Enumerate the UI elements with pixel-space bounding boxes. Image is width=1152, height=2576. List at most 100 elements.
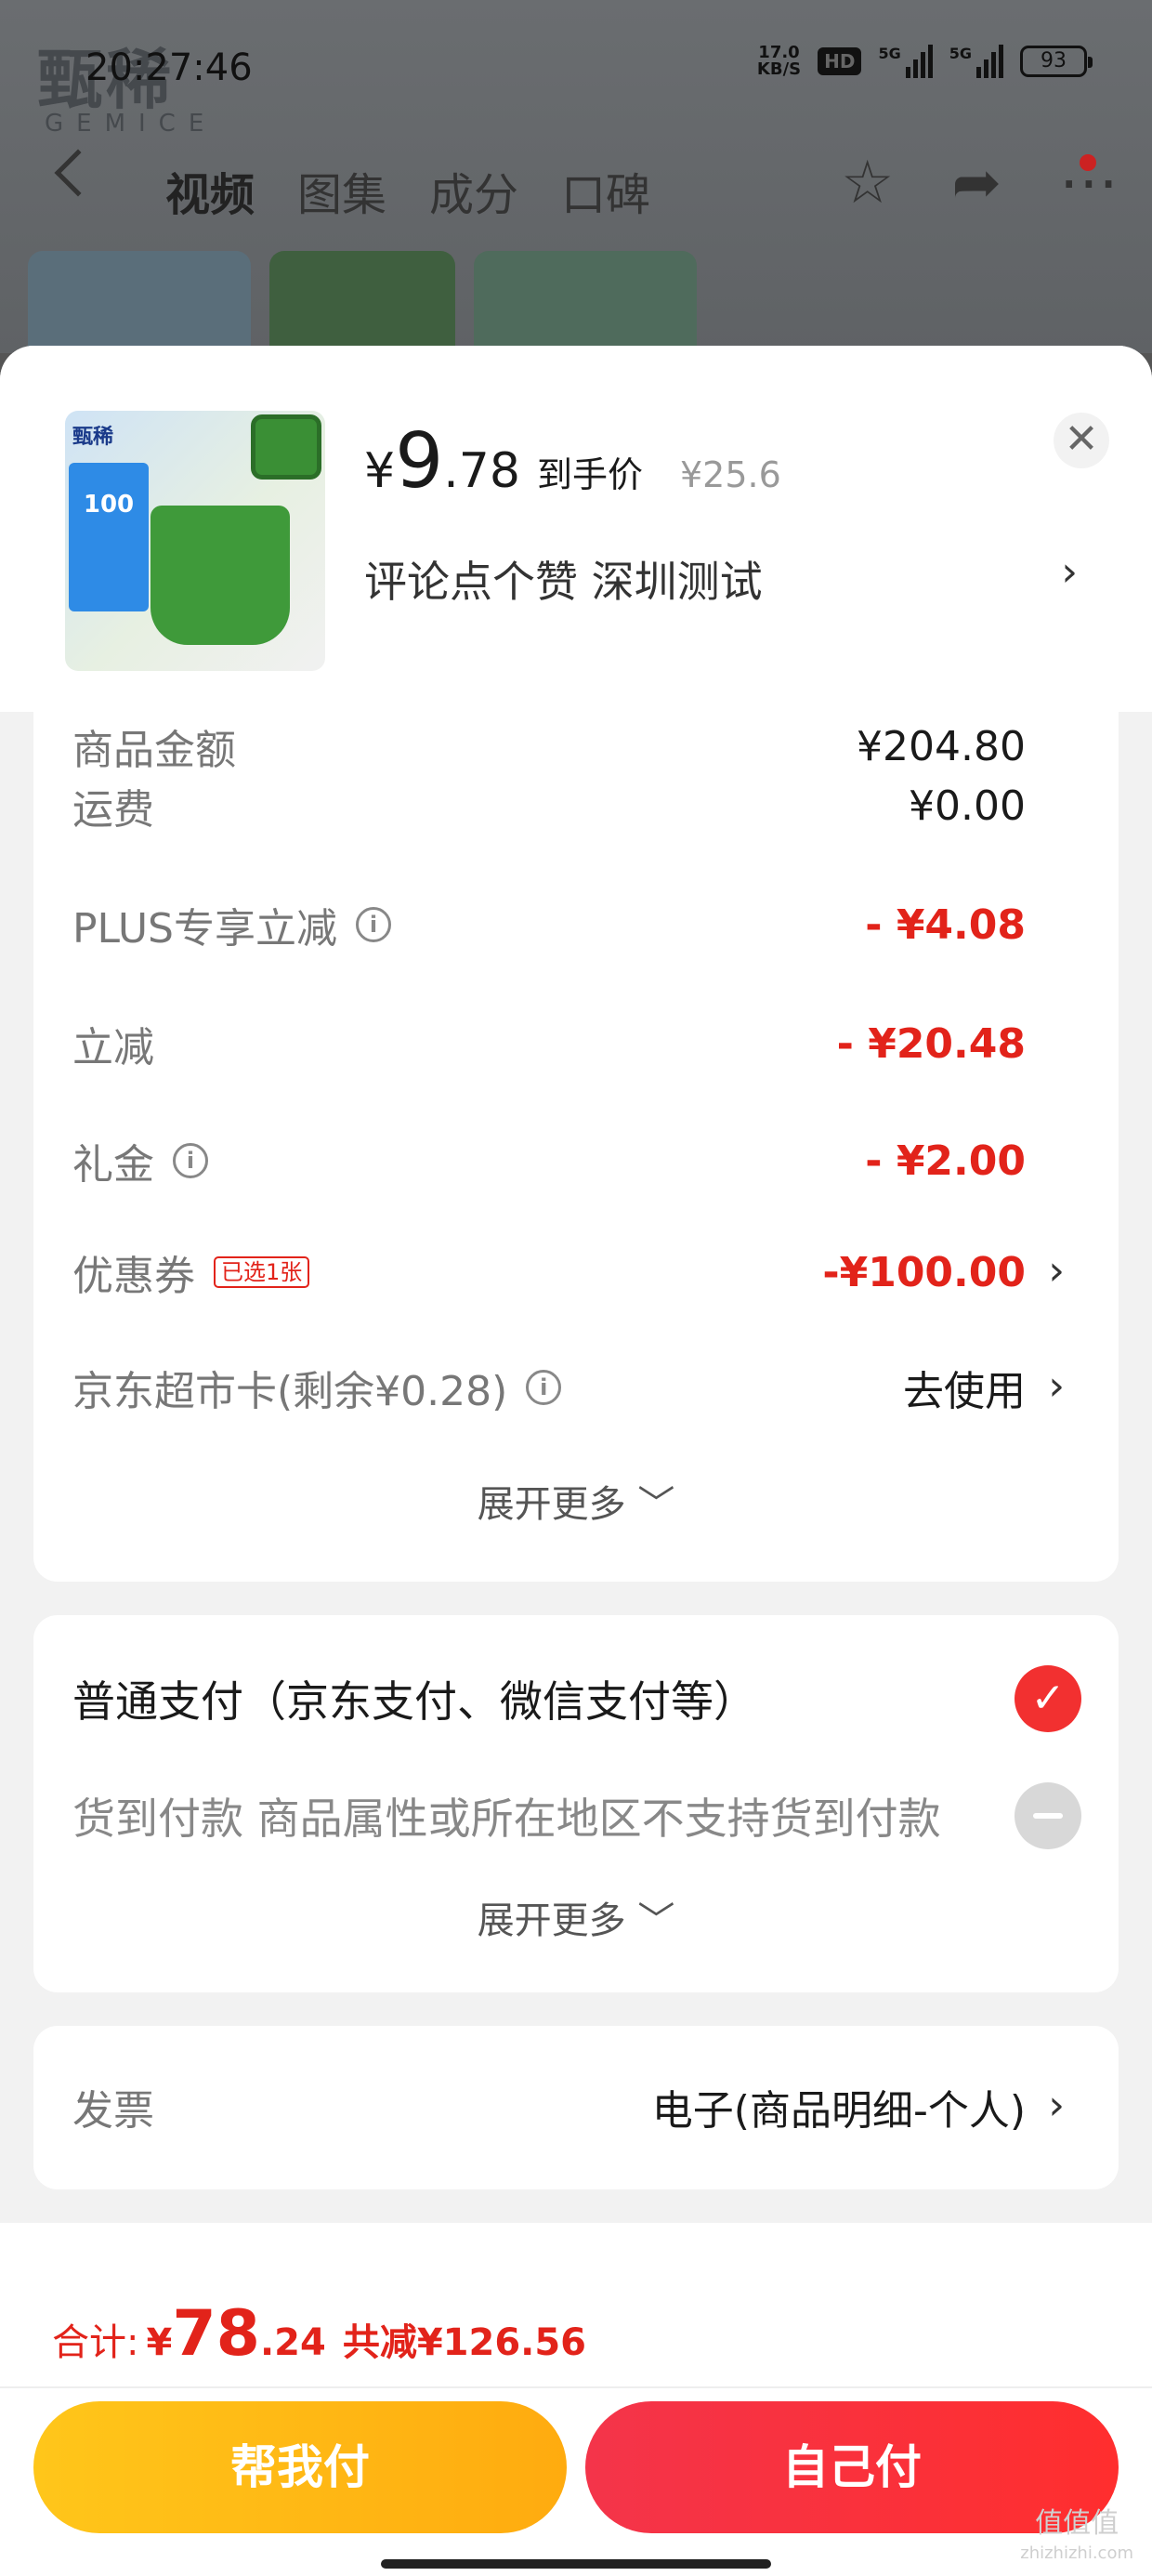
total-decimal: .24: [259, 2321, 326, 2364]
nav-actions: ☆ ➦ ⋯: [841, 149, 1119, 217]
expand-more-button[interactable]: 展开更多 ﹀: [33, 1890, 1119, 1944]
product-image-brand: 甄稀: [72, 426, 114, 449]
brand-logo-sub: GEMICE: [45, 110, 217, 138]
expand-more-button[interactable]: 展开更多 ﹀: [33, 1474, 1119, 1528]
top-nav: 视频 图集 成分 口碑 ☆ ➦ ⋯: [0, 149, 1152, 232]
product-lid: [251, 414, 321, 480]
price-row-goods: 商品金额 ¥204.80: [72, 714, 1026, 779]
total-saved: 共减¥126.56: [342, 2321, 587, 2364]
checkout-footer: 合计: ¥ 78 .24 共减¥126.56 帮我付 自己付: [0, 2223, 1152, 2576]
chevron-right-icon[interactable]: ›: [1048, 2082, 1065, 2129]
price-row-label: PLUS专享立减 i: [72, 895, 391, 954]
chevron-down-icon: ﹀: [637, 1899, 675, 1942]
price-row-coupon[interactable]: 优惠券 已选1张 -¥100.00: [72, 1240, 1026, 1305]
info-icon[interactable]: i: [356, 907, 391, 942]
watermark-line: 值值值: [1035, 2507, 1119, 2540]
net-speed-unit: KB/S: [756, 59, 802, 79]
final-price: ¥ 9 .78 到手价 ¥25.6: [364, 424, 781, 500]
use-card-link[interactable]: 去使用: [903, 1358, 1026, 1417]
close-icon[interactable]: ✕: [1054, 413, 1109, 468]
tab-reviews[interactable]: 口碑: [561, 158, 650, 223]
expand-more-label: 展开更多: [477, 1483, 626, 1526]
background-page: 甄稀 GEMICE 20:27:46 17.0 KB/S HD 5G 5G 93…: [0, 0, 1152, 353]
chevron-right-icon[interactable]: ›: [1061, 548, 1078, 596]
tab-video[interactable]: 视频: [165, 158, 255, 223]
invoice-card[interactable]: 发票 电子(商品明细-个人) ›: [33, 2026, 1119, 2189]
price-row-plus: PLUS专享立减 i - ¥4.08: [72, 892, 1026, 957]
promo-text[interactable]: 评论点个赞 深圳测试: [364, 548, 763, 610]
signal-label: 5G: [878, 45, 901, 62]
nav-tabs: 视频 图集 成分 口碑: [165, 158, 650, 223]
price-row-value: - ¥2.00: [865, 1137, 1026, 1185]
price-label: 到手价: [536, 454, 643, 495]
disabled-icon: [1015, 1782, 1081, 1849]
thumbnail: [474, 251, 697, 353]
price-details-card: 商品金额 ¥204.80 运费 ¥0.00 PLUS专享立减 i - ¥4.08 …: [33, 658, 1119, 1582]
invoice-label: 发票: [72, 2087, 154, 2135]
notification-dot: [1080, 154, 1096, 171]
payment-option-label: 普通支付（京东支付、微信支付等）: [72, 1676, 756, 1727]
label-text: 礼金: [72, 1141, 154, 1189]
chevron-down-icon: ﹀: [637, 1483, 675, 1526]
price-row-value: - ¥4.08: [865, 900, 1026, 949]
status-indicators: 17.0 KB/S HD 5G 5G 93: [757, 45, 1093, 78]
price-row-value: ¥0.00: [909, 782, 1026, 830]
share-icon[interactable]: ➦: [951, 149, 1001, 217]
payment-option-normal[interactable]: 普通支付（京东支付、微信支付等） ✓: [72, 1665, 1081, 1732]
signal-icon: 5G: [878, 45, 933, 78]
site-watermark: 值值值 zhizhizhi.com: [1020, 2509, 1133, 2569]
chevron-right-icon[interactable]: ›: [1048, 1247, 1065, 1295]
help-me-pay-button[interactable]: 帮我付: [33, 2401, 567, 2533]
check-icon[interactable]: ✓: [1015, 1665, 1081, 1732]
watermark-url: zhizhizhi.com: [1020, 2543, 1133, 2563]
status-time: 20:27:46: [85, 46, 253, 89]
price-yen: ¥: [364, 443, 396, 499]
net-speed: 17.0 KB/S: [757, 45, 801, 78]
total-yen: ¥: [146, 2321, 173, 2364]
divider: [0, 2386, 1152, 2388]
price-row-label: 立减: [72, 1024, 154, 1071]
label-text: 优惠券: [72, 1253, 195, 1300]
price-row-gift: 礼金 i - ¥2.00: [72, 1128, 1026, 1193]
price-row-value: -¥100.00: [822, 1248, 1026, 1296]
hd-icon: HD: [818, 47, 862, 75]
price-row-label: 商品金额: [72, 727, 236, 774]
original-price: ¥25.6: [679, 454, 781, 495]
signal-icon-2: 5G: [949, 45, 1003, 78]
info-icon[interactable]: i: [526, 1370, 562, 1405]
price-row-value: - ¥20.48: [836, 1019, 1026, 1068]
chevron-right-icon[interactable]: ›: [1048, 1362, 1065, 1410]
checkout-sheet: 甄稀 100 ¥ 9 .78 到手价 ¥25.6 ✕ 评论点个赞 深圳测试 › …: [0, 346, 1152, 2576]
total-integer: 78: [172, 2297, 260, 2371]
star-icon[interactable]: ☆: [841, 149, 894, 217]
product-image-coupon: 100: [69, 463, 149, 611]
invoice-row[interactable]: 发票 电子(商品明细-个人): [72, 2074, 1026, 2139]
payment-method-card: 普通支付（京东支付、微信支付等） ✓ 货到付款 商品属性或所在地区不支持货到付款…: [33, 1615, 1119, 1992]
price-row-label: 运费: [72, 786, 154, 834]
background-thumbnails: [28, 251, 697, 353]
price-row-label: 礼金 i: [72, 1131, 208, 1190]
price-row-discount: 立减 - ¥20.48: [72, 1011, 1026, 1076]
price-row-supermarket-card[interactable]: 京东超市卡(剩余¥0.28) i 去使用: [72, 1355, 1026, 1420]
thumbnail: [28, 251, 251, 353]
info-icon[interactable]: i: [173, 1143, 208, 1178]
order-total: 合计: ¥ 78 .24 共减¥126.56: [52, 2297, 586, 2371]
product-header: 甄稀 100 ¥ 9 .78 到手价 ¥25.6 ✕ 评论点个赞 深圳测试 ›: [0, 346, 1152, 712]
signal-label-2: 5G: [949, 45, 972, 62]
price-decimal: .78: [443, 443, 520, 499]
home-indicator[interactable]: [381, 2559, 771, 2569]
price-integer: 9: [395, 417, 444, 506]
label-text: PLUS专享立减: [72, 905, 337, 953]
tab-gallery[interactable]: 图集: [297, 158, 386, 223]
coupon-selected-badge: 已选1张: [214, 1256, 310, 1288]
price-row-label: 京东超市卡(剩余¥0.28) i: [72, 1358, 562, 1417]
tab-ingredients[interactable]: 成分: [429, 158, 518, 223]
total-label: 合计:: [52, 2321, 139, 2364]
price-row-shipping: 运费 ¥0.00: [72, 773, 1026, 838]
back-icon[interactable]: [54, 149, 102, 197]
battery-icon: 93: [1020, 46, 1093, 77]
price-row-label: 优惠券 已选1张: [72, 1242, 310, 1302]
price-row-value: ¥204.80: [857, 722, 1026, 770]
thumbnail: [269, 251, 455, 353]
product-image[interactable]: 甄稀 100: [65, 411, 325, 671]
